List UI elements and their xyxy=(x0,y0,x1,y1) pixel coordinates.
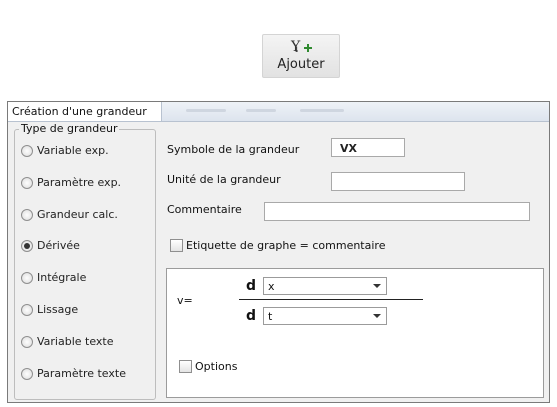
graph-label-checkbox-label: Etiquette de graphe = commentaire xyxy=(186,239,386,252)
radio-button[interactable] xyxy=(21,368,33,380)
symbol-label: Symbole de la grandeur xyxy=(167,143,300,156)
create-quantity-dialog: Création d'une grandeur Type de grandeur… xyxy=(7,101,550,403)
radio-button[interactable] xyxy=(21,177,33,189)
chevron-down-icon[interactable] xyxy=(373,284,381,288)
radio-button[interactable] xyxy=(21,209,33,221)
options-checkbox[interactable] xyxy=(179,360,192,373)
dialog-title-tab: Création d'une grandeur xyxy=(8,102,162,121)
denominator-d: d xyxy=(246,308,257,324)
radio-button-selected[interactable] xyxy=(21,240,33,252)
titlebar-blur xyxy=(186,109,226,112)
radio-label: Intégrale xyxy=(37,271,87,284)
quantity-type-legend: Type de grandeur xyxy=(19,122,120,135)
add-variable-icon: Y i xyxy=(290,39,312,55)
radio-label: Paramètre texte xyxy=(37,367,126,380)
symbol-input[interactable]: VX xyxy=(331,138,405,157)
numerator-select[interactable]: x xyxy=(263,277,387,295)
unit-input[interactable] xyxy=(331,172,465,191)
radio-label: Variable texte xyxy=(37,335,114,348)
radio-button[interactable] xyxy=(21,145,33,157)
radio-label: Grandeur calc. xyxy=(37,208,118,221)
fraction-line xyxy=(239,299,423,300)
numerator-select-value: x xyxy=(268,280,275,293)
radio-label: Paramètre exp. xyxy=(37,176,122,189)
derivative-panel: v= d x d t Options xyxy=(166,268,544,398)
radio-button[interactable] xyxy=(21,272,33,284)
svg-text:i: i xyxy=(295,44,298,55)
comment-label: Commentaire xyxy=(167,203,242,216)
chevron-down-icon[interactable] xyxy=(373,314,381,318)
radio-label: Lissage xyxy=(37,303,79,316)
quantity-type-group: Type de grandeur Variable exp. Paramètre… xyxy=(14,122,156,400)
denominator-select-value: t xyxy=(268,310,273,323)
radio-button[interactable] xyxy=(21,304,33,316)
add-button[interactable]: Y i Ajouter xyxy=(262,34,340,78)
titlebar-blur xyxy=(300,109,344,112)
radio-label: Variable exp. xyxy=(37,144,109,157)
dialog-title: Création d'une grandeur xyxy=(12,105,147,118)
titlebar-blur xyxy=(246,109,276,112)
dialog-titlebar: Création d'une grandeur xyxy=(8,102,549,122)
radio-label: Dérivée xyxy=(37,239,80,252)
denominator-select[interactable]: t xyxy=(263,307,387,325)
add-button-label: Ajouter xyxy=(277,57,325,72)
graph-label-checkbox[interactable] xyxy=(170,239,183,252)
numerator-d: d xyxy=(246,278,257,294)
result-label: v= xyxy=(177,294,193,307)
radio-button[interactable] xyxy=(21,336,33,348)
comment-input[interactable] xyxy=(264,202,530,221)
options-label: Options xyxy=(195,360,238,373)
unit-label: Unité de la grandeur xyxy=(167,173,281,186)
